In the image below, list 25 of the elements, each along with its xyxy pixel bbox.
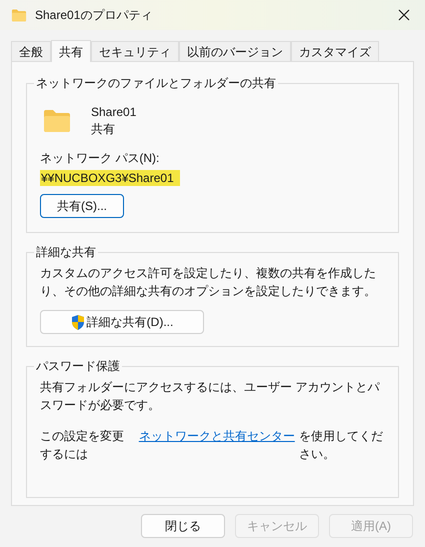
- shield-icon: [70, 314, 85, 330]
- window-title: Share01のプロパティ: [35, 7, 152, 24]
- password-description: 共有フォルダーにアクセスするには、ユーザー アカウントとパスワードが必要です。: [40, 379, 381, 414]
- tab[interactable]: カスタマイズ: [291, 41, 379, 61]
- group-title: 詳細な共有: [34, 244, 98, 260]
- network-path: ¥¥NUCBOXG3¥Share01: [40, 170, 180, 186]
- folder-icon: [43, 109, 71, 133]
- advanced-sharing-description: カスタムのアクセス許可を設定したり、複数の共有を作成したり、その他の詳細な共有のオプションを設定したりできます。: [40, 265, 377, 300]
- use-text: を使用してください。: [298, 428, 384, 463]
- share-button[interactable]: 共有(S)...: [40, 194, 124, 218]
- path-label: ネットワーク パス(N):: [40, 150, 160, 166]
- folder-icon: [11, 8, 27, 22]
- dialog-button[interactable]: 閉じる: [141, 514, 225, 538]
- share-status: 共有: [91, 121, 116, 138]
- close-icon[interactable]: [398, 9, 410, 21]
- tab[interactable]: 以前のバージョン: [179, 41, 291, 61]
- change-setting-text: この設定を変更するには: [40, 428, 125, 463]
- group-title: パスワード保護: [34, 358, 122, 374]
- tab[interactable]: 全般: [11, 41, 51, 61]
- tab[interactable]: セキュリティ: [91, 41, 179, 61]
- advanced-sharing-button[interactable]: 詳細な共有(D)...: [40, 310, 204, 334]
- folder-name: Share01: [91, 104, 136, 121]
- group-title: ネットワークのファイルとフォルダーの共有: [34, 75, 278, 91]
- network-sharing-center-link[interactable]: ネットワークと共有センター: [138, 427, 295, 463]
- tab[interactable]: 共有: [51, 40, 91, 62]
